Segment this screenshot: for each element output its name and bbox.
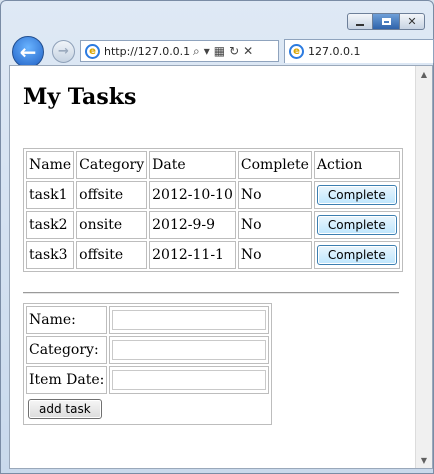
arrow-left-icon: ← — [19, 40, 37, 64]
form-row: add task — [26, 396, 269, 422]
form-row: Item Date: — [26, 366, 270, 394]
header-complete: Complete — [237, 151, 312, 179]
task-date: 2012-10-10 — [149, 181, 236, 209]
task-complete: No — [237, 181, 312, 209]
vertical-scrollbar[interactable]: ▲ ▼ — [415, 66, 432, 468]
header-action: Action — [313, 151, 400, 179]
task-name: task2 — [26, 211, 75, 239]
page-title: My Tasks — [23, 84, 137, 110]
category-cell — [109, 336, 270, 364]
maximize-button[interactable] — [373, 13, 399, 30]
task-name: task3 — [26, 241, 75, 269]
date-cell — [109, 366, 270, 394]
task-category: onsite — [76, 211, 148, 239]
search-icon[interactable]: ⌕ — [193, 44, 200, 59]
task-action-cell: Complete — [313, 241, 400, 269]
section-divider — [23, 292, 399, 294]
add-task-form: Name: Category: Item Date: add task — [23, 303, 273, 425]
ie-page-icon: e — [85, 43, 100, 59]
browser-tab[interactable]: e 127.0.0.1 — [284, 39, 434, 63]
dropdown-icon[interactable]: ▾ — [204, 44, 210, 59]
name-cell — [109, 306, 270, 334]
page-viewport: My Tasks Name Category Date Complete Act… — [9, 65, 433, 469]
task-action-cell: Complete — [313, 211, 400, 239]
date-input[interactable] — [112, 370, 267, 390]
stop-icon[interactable]: ✕ — [243, 44, 253, 59]
address-url[interactable]: http://127.0.0.1:8 — [104, 45, 190, 58]
category-label: Category: — [26, 336, 108, 364]
caption-buttons: ✕ — [347, 13, 425, 30]
task-date: 2012-11-1 — [149, 241, 236, 269]
complete-button[interactable]: Complete — [316, 185, 397, 205]
tasks-table: Name Category Date Complete Action task1… — [23, 148, 403, 272]
header-date: Date — [149, 151, 236, 179]
name-input[interactable] — [112, 310, 267, 330]
tab-title: 127.0.0.1 — [308, 45, 361, 58]
maximize-icon — [381, 18, 391, 25]
arrow-right-icon: → — [58, 44, 69, 59]
task-date: 2012-9-9 — [149, 211, 236, 239]
form-row: Name: — [26, 306, 270, 334]
forward-button[interactable]: → — [52, 40, 75, 63]
empty-cell — [109, 396, 269, 422]
table-header-row: Name Category Date Complete Action — [26, 151, 400, 179]
address-bar[interactable]: e http://127.0.0.1:8 ⌕ ▾ ▦ ↻ ✕ — [80, 40, 279, 62]
header-name: Name — [26, 151, 75, 179]
complete-button[interactable]: Complete — [316, 245, 397, 265]
scroll-down-icon[interactable]: ▼ — [416, 452, 432, 468]
address-tools: ⌕ ▾ ▦ ↻ ✕ — [193, 44, 253, 59]
close-window-button[interactable]: ✕ — [399, 13, 425, 30]
task-complete: No — [237, 211, 312, 239]
table-row: task1 offsite 2012-10-10 No Complete — [26, 181, 400, 209]
category-input[interactable] — [112, 340, 267, 360]
browser-window: ✕ ← → e http://127.0.0.1:8 ⌕ ▾ ▦ ↻ ✕ e 1… — [0, 0, 434, 474]
complete-button[interactable]: Complete — [316, 215, 397, 235]
close-icon: ✕ — [407, 15, 417, 28]
header-category: Category — [76, 151, 148, 179]
submit-cell: add task — [26, 396, 107, 422]
minimize-button[interactable] — [347, 13, 373, 30]
compatibility-icon[interactable]: ▦ — [214, 44, 225, 59]
table-row: task2 onsite 2012-9-9 No Complete — [26, 211, 400, 239]
back-button[interactable]: ← — [12, 36, 44, 68]
minimize-icon — [356, 23, 364, 26]
form-row: Category: — [26, 336, 270, 364]
task-name: task1 — [26, 181, 75, 209]
task-category: offsite — [76, 241, 148, 269]
table-row: task3 offsite 2012-11-1 No Complete — [26, 241, 400, 269]
date-label: Item Date: — [26, 366, 108, 394]
add-task-button[interactable]: add task — [28, 399, 102, 419]
ie-tab-icon: e — [289, 44, 304, 59]
name-label: Name: — [26, 306, 108, 334]
refresh-icon[interactable]: ↻ — [229, 44, 239, 59]
task-category: offsite — [76, 181, 148, 209]
scroll-up-icon[interactable]: ▲ — [416, 66, 432, 82]
task-complete: No — [237, 241, 312, 269]
task-action-cell: Complete — [313, 181, 400, 209]
